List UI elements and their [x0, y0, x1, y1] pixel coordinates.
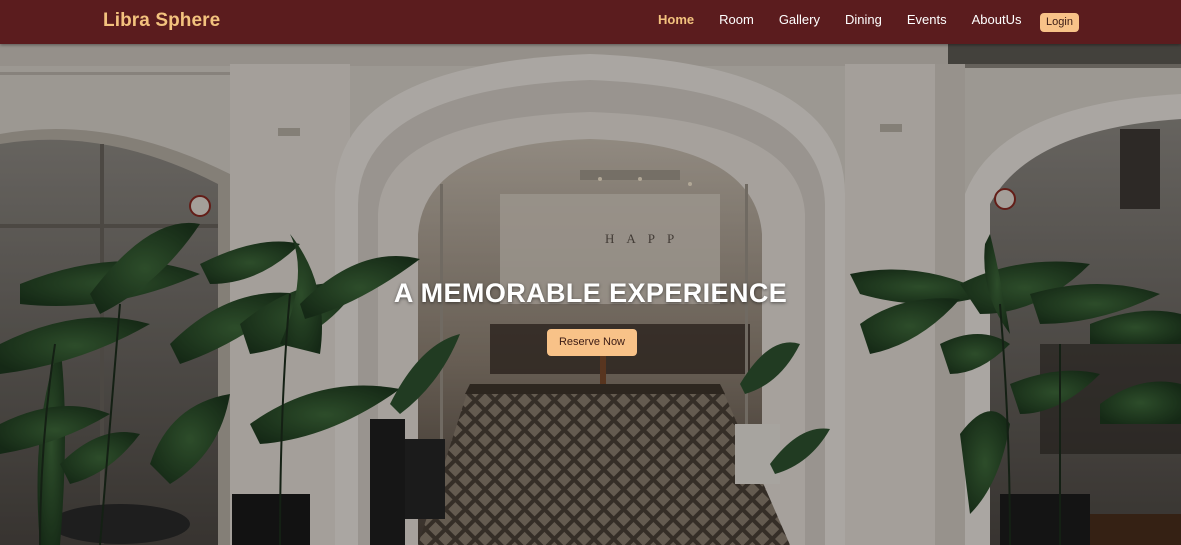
nav-link-dining[interactable]: Dining [845, 12, 882, 27]
reserve-now-button[interactable]: Reserve Now [547, 329, 637, 356]
hero-title: A MEMORABLE EXPERIENCE [393, 278, 788, 308]
nav-links: Home Room Gallery Dining Events AboutUs [658, 11, 1021, 29]
nav-link-room[interactable]: Room [719, 12, 754, 27]
login-button[interactable]: Login [1040, 13, 1079, 32]
nav-link-aboutus[interactable]: AboutUs [972, 12, 1022, 27]
nav-link-events[interactable]: Events [907, 12, 947, 27]
brand-logo[interactable]: Libra Sphere [103, 10, 220, 32]
navbar: Libra Sphere Home Room Gallery Dining Ev… [0, 0, 1181, 44]
nav-link-home[interactable]: Home [658, 12, 694, 27]
nav-link-gallery[interactable]: Gallery [779, 12, 820, 27]
hero-section: HAPP A MEMORABLE EXPERIENCE Reserve Now [0, 44, 1181, 545]
